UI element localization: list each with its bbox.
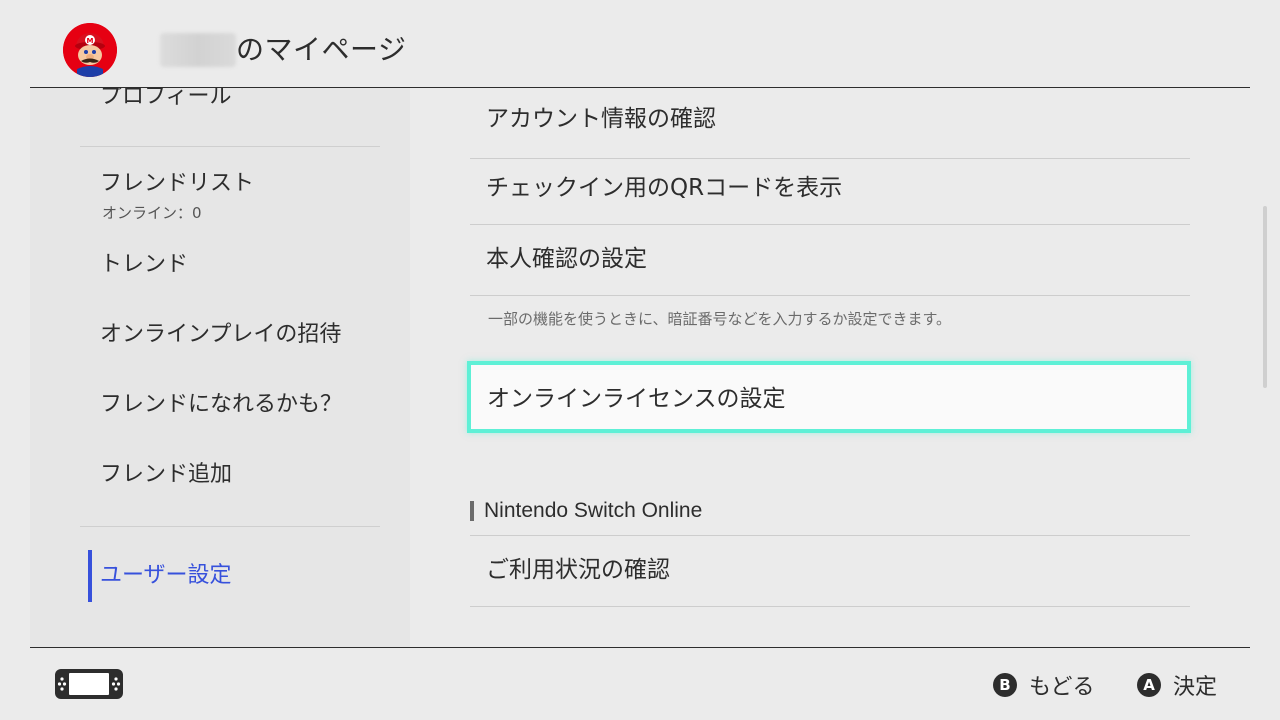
row-usage-status[interactable]: ご利用状況の確認	[470, 536, 1190, 607]
row-checkin-qr-code[interactable]: チェックイン用のQRコードを表示	[470, 154, 1190, 225]
row-label: オンラインライセンスの設定	[487, 386, 786, 412]
identity-verification-note: 一部の機能を使うときに、暗証番号などを入力するか設定できます。	[488, 310, 952, 328]
sidebar-item-friend-list[interactable]: フレンドリスト	[100, 169, 254, 199]
sidebar-item-profile[interactable]: プロフィール	[100, 88, 232, 112]
row-identity-verification[interactable]: 本人確認の設定	[470, 225, 1190, 296]
row-label: チェックイン用のQRコードを表示	[486, 175, 843, 201]
back-hint[interactable]: B もどる	[993, 670, 1095, 700]
sidebar-item-online-play-invites[interactable]: オンラインプレイの招待	[100, 320, 341, 350]
mario-avatar-icon: M	[63, 23, 117, 77]
row-online-license[interactable]: オンラインライセンスの設定	[467, 361, 1191, 433]
selected-indicator	[88, 550, 92, 602]
handheld-console-icon	[55, 669, 123, 699]
sidebar-item-add-friend[interactable]: フレンド追加	[100, 460, 232, 490]
user-avatar[interactable]: M	[63, 23, 117, 77]
section-bar	[470, 501, 474, 521]
scrollbar[interactable]	[1263, 206, 1267, 388]
confirm-label: 決定	[1173, 675, 1218, 700]
b-button-icon: B	[993, 673, 1017, 697]
sidebar-item-trends[interactable]: トレンド	[100, 250, 188, 280]
a-button-icon: A	[1137, 673, 1161, 697]
sidebar-divider	[80, 146, 380, 147]
row-label: 本人確認の設定	[486, 246, 647, 272]
row-label: アカウント情報の確認	[486, 106, 716, 132]
sidebar-divider	[80, 526, 380, 527]
section-label: Nintendo Switch Online	[484, 499, 703, 522]
page-title: のマイページ	[236, 33, 407, 66]
header: M のマイページ	[0, 0, 1280, 88]
online-count-label: オンライン：0	[102, 204, 202, 222]
svg-text:M: M	[87, 37, 94, 45]
back-label: もどる	[1029, 675, 1095, 700]
footer: B もどる A 決定	[0, 648, 1280, 720]
sidebar-item-user-settings[interactable]: ユーザー設定	[100, 561, 232, 591]
username-redacted	[160, 33, 236, 67]
confirm-hint[interactable]: A 決定	[1137, 670, 1217, 700]
sidebar-item-friend-suggestions[interactable]: フレンドになれるかも？	[100, 390, 342, 420]
row-label: ご利用状況の確認	[486, 557, 670, 583]
row-account-info[interactable]: アカウント情報の確認	[470, 88, 1190, 159]
sidebar: プロフィール フレンドリスト オンライン：0 トレンド オンラインプレイの招待 …	[30, 88, 410, 647]
settings-panel: アカウント情報の確認 チェックイン用のQRコードを表示 本人確認の設定 一部の機…	[410, 88, 1270, 647]
